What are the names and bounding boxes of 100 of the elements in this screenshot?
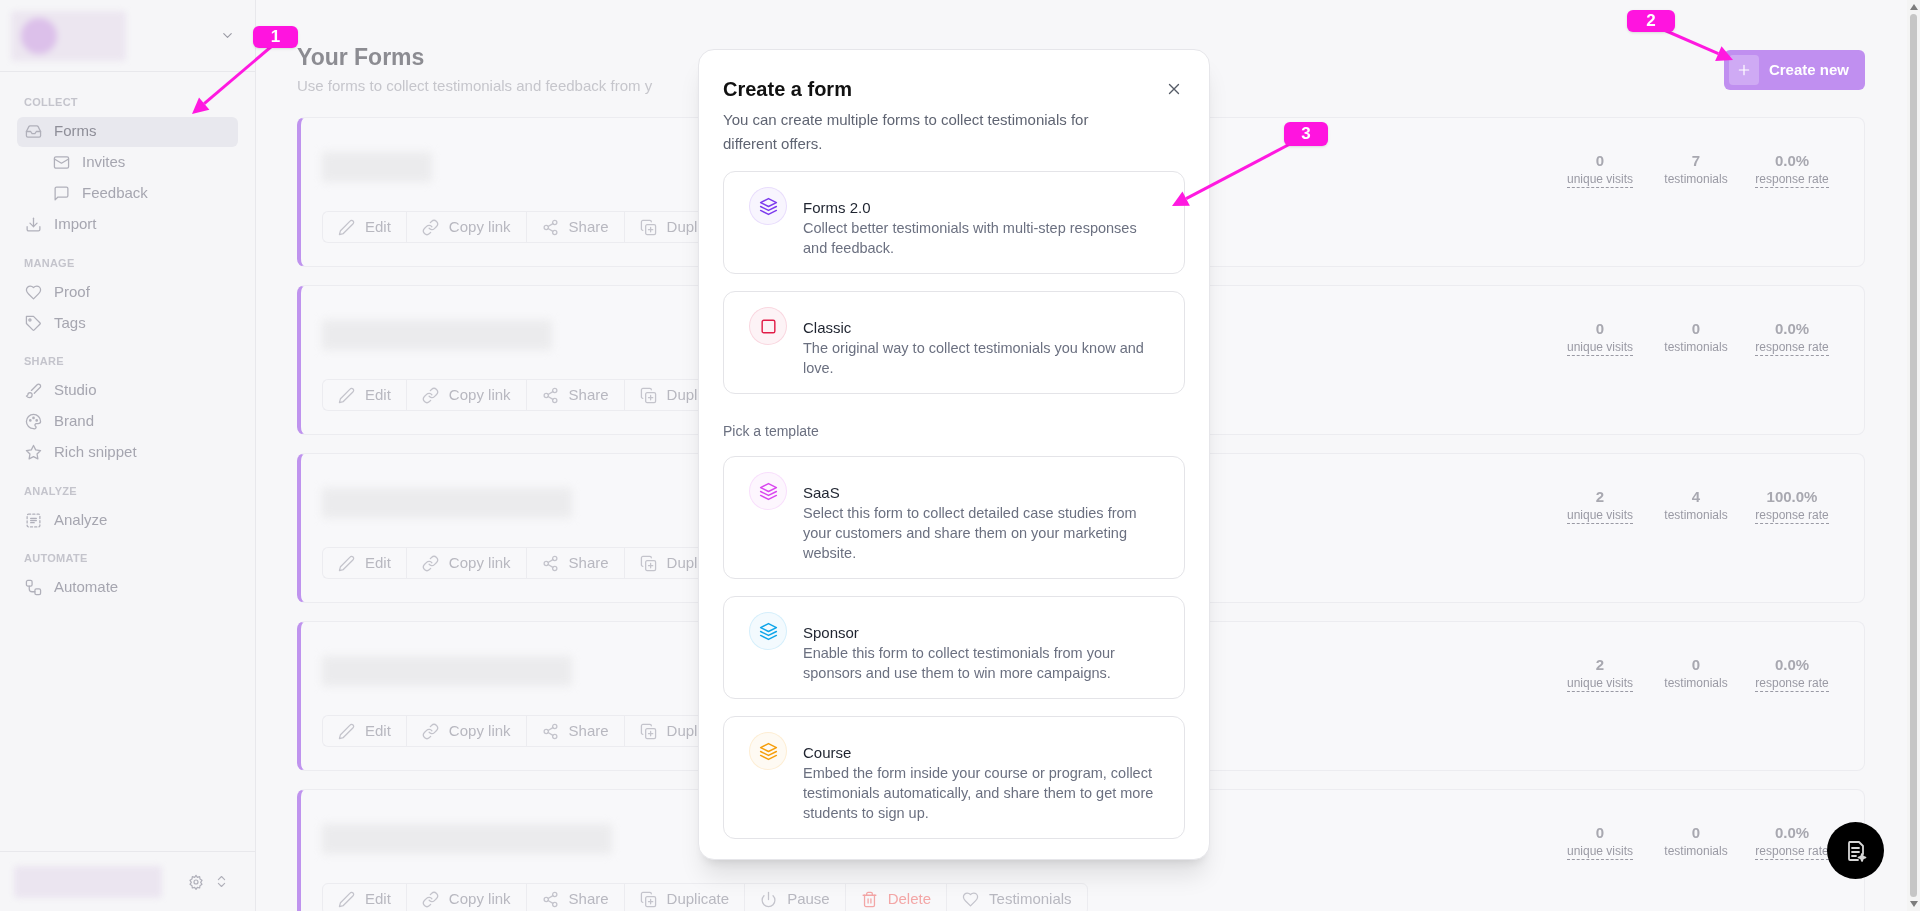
form-option[interactable]: Sponsor Enable this form to collect testimonials from your sponsors and use them to win more campaigns. — [723, 596, 1185, 699]
stat-value: 0.0% — [1774, 655, 1810, 675]
pencil-icon — [338, 554, 355, 572]
stat-value: 2 — [1595, 655, 1605, 675]
card-action[interactable]: Share — [526, 884, 625, 911]
layers-icon — [758, 196, 778, 216]
sidebar-item[interactable]: Brand — [17, 406, 238, 437]
option-title: Forms 2.0 — [803, 198, 872, 218]
option-description: Enable this form to collect testimonials from your sponsors and use them to win more campaigns. — [803, 644, 1116, 683]
card-action[interactable]: Edit — [323, 716, 407, 746]
card-action[interactable]: Edit — [323, 380, 407, 410]
option-description: Embed the form inside your course or program, collect testimonials automatically, and share them to get more students to sign up. — [803, 764, 1155, 823]
stat-label: response rate — [1755, 340, 1829, 356]
card-action[interactable]: Share — [526, 212, 625, 242]
annotation-badge: 2 — [1627, 10, 1675, 32]
stat-label: testimonials — [1664, 340, 1728, 355]
layers-icon — [758, 741, 778, 761]
sidebar-item[interactable]: Import — [17, 209, 238, 240]
scroll-up-icon[interactable] — [1909, 4, 1918, 10]
sidebar-item[interactable]: Automate — [17, 572, 238, 603]
duplicate-icon — [639, 890, 657, 908]
chat-bubble-icon — [53, 185, 70, 202]
page-title: Your Forms — [297, 43, 426, 71]
automate-icon — [25, 579, 42, 596]
option-description: Select this form to collect detailed case studies from your customers and share them on your marketing website. — [803, 504, 1138, 563]
option-description: Collect better testimonials with multi-step responses and feedback. — [803, 219, 1138, 258]
stat-value: 2 — [1595, 487, 1605, 507]
annotation-badge: 3 — [1284, 122, 1328, 146]
link-icon — [421, 554, 439, 572]
create-new-button[interactable]: Create new — [1723, 50, 1865, 90]
stat-value: 4 — [1691, 487, 1701, 507]
share-icon — [541, 386, 559, 404]
duplicate-icon — [639, 218, 657, 236]
layers-icon — [758, 481, 778, 501]
palette-icon — [25, 413, 42, 430]
stat-value: 0 — [1691, 319, 1701, 339]
trash-icon — [860, 890, 878, 908]
stat-label: unique visits — [1566, 676, 1633, 692]
stat-value: 0 — [1691, 655, 1701, 675]
sidebar-item[interactable]: Tags — [17, 308, 238, 338]
delete-action[interactable]: Delete — [845, 884, 948, 911]
card-action[interactable]: Copy link — [406, 716, 527, 746]
card-action[interactable]: Pause — [745, 884, 846, 911]
stat-label: unique visits — [1566, 508, 1633, 524]
pencil-icon — [338, 386, 355, 404]
sidebar-item[interactable]: Invites — [45, 147, 238, 178]
pencil-icon — [338, 722, 355, 740]
stat-label: unique visits — [1566, 340, 1633, 356]
sidebar-item[interactable]: Proof — [17, 277, 238, 307]
stat-label: unique visits — [1566, 844, 1633, 860]
stat-value: 100.0% — [1766, 487, 1818, 507]
share-icon — [541, 218, 559, 236]
option-title: Sponsor — [803, 623, 860, 643]
power-icon — [760, 890, 778, 908]
form-option[interactable]: SaaS Select this form to collect detailed case studies from your customers and share them on your marketing website. — [723, 456, 1185, 579]
stat-label: testimonials — [1664, 508, 1728, 523]
sidebar-item[interactable]: Feedback — [45, 178, 238, 209]
stat-label: response rate — [1755, 172, 1829, 188]
option-description: The original way to collect testimonials you know and love. — [803, 339, 1145, 378]
form-option[interactable]: Course Embed the form inside your course or program, collect testimonials automatically, and share them to get more students to sign up. — [723, 716, 1185, 839]
inbox-icon — [25, 123, 42, 140]
card-action[interactable]: Testimonials — [947, 884, 1087, 911]
card-action[interactable]: Copy link — [406, 884, 527, 911]
mail-icon — [53, 154, 70, 171]
card-action[interactable]: Copy link — [406, 212, 527, 242]
duplicate-icon — [639, 554, 657, 572]
card-action[interactable]: Share — [526, 716, 625, 746]
card-action[interactable]: Edit — [323, 884, 407, 911]
stat-value: 0 — [1595, 823, 1605, 843]
heart-icon — [25, 283, 42, 301]
card-action[interactable]: Copy link — [406, 548, 527, 578]
card-action[interactable]: Duplicate — [624, 884, 746, 911]
card-action[interactable]: Edit — [323, 212, 407, 242]
sidebar-item[interactable]: Rich snippet — [17, 437, 238, 468]
stat-value: 0 — [1691, 823, 1701, 843]
link-icon — [421, 890, 439, 908]
annotation-badge: 1 — [253, 26, 298, 48]
sidebar-item[interactable]: Analyze — [17, 505, 238, 535]
dialog-title: Create a form — [723, 77, 852, 102]
form-option[interactable]: Forms 2.0 Collect better testimonials with multi-step responses and feedback. — [723, 171, 1185, 274]
scrollbar[interactable] — [1907, 0, 1920, 911]
pencil-icon — [338, 218, 355, 236]
card-action[interactable]: Share — [526, 380, 625, 410]
square-icon — [758, 316, 778, 336]
card-action[interactable]: Copy link — [406, 380, 527, 410]
sidebar-item[interactable]: Forms — [17, 116, 238, 147]
stat-label: response rate — [1755, 508, 1829, 524]
duplicate-icon — [639, 722, 657, 740]
scroll-down-icon[interactable] — [1909, 901, 1918, 907]
card-action[interactable]: Edit — [323, 548, 407, 578]
brush-icon — [25, 382, 42, 399]
link-icon — [421, 386, 439, 404]
sidebar-item[interactable]: Studio — [17, 375, 238, 406]
share-icon — [541, 554, 559, 572]
card-action[interactable]: Share — [526, 548, 625, 578]
stat-value: 0.0% — [1774, 823, 1810, 843]
form-option[interactable]: Classic The original way to collect testimonials you know and love. — [723, 291, 1185, 394]
duplicate-icon — [639, 386, 657, 404]
star-icon — [25, 444, 42, 461]
stat-label: testimonials — [1664, 676, 1728, 691]
